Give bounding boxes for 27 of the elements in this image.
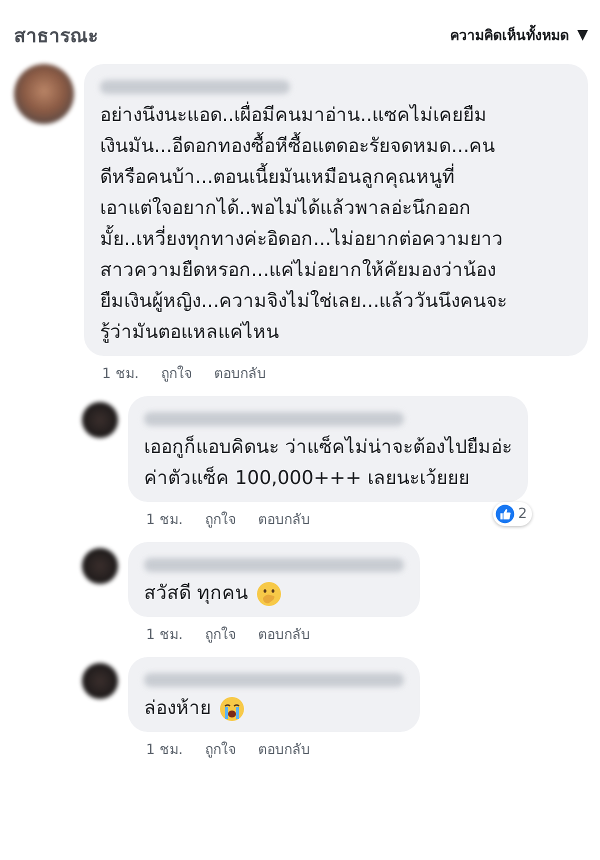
like-link[interactable]: ถูกใจ: [160, 362, 192, 384]
reaction-count: 2: [518, 506, 528, 522]
comment-filter-dropdown[interactable]: ความคิดเห็นทั้งหมด ▼: [450, 24, 588, 46]
avatar[interactable]: [82, 402, 118, 438]
comment-text: เออกูก็แอบคิดนะ ว่าแซ็คไม่น่าจะต้องไปยืมอ่ะ ค่าตัวแซ็ค 100,000+++ เลยนะเว้ยยย: [144, 434, 512, 491]
comment-text: ล่องห้าย: [144, 696, 211, 721]
comment-text: สวัสดี ทุกคน: [144, 581, 248, 606]
avatar[interactable]: [82, 663, 118, 699]
avatar[interactable]: [14, 64, 74, 124]
reply-link[interactable]: ตอบกลับ: [258, 508, 310, 530]
like-link[interactable]: ถูกใจ: [204, 508, 236, 530]
crying-face-icon: [219, 696, 245, 722]
comment-time: 1 ชม.: [146, 741, 183, 760]
thumbs-up-icon: [495, 504, 516, 524]
like-link[interactable]: ถูกใจ: [204, 738, 236, 760]
section-title: สาธารณะ: [14, 24, 98, 49]
reply-link[interactable]: ตอบกลับ: [214, 362, 266, 384]
comment-time: 1 ชม.: [146, 626, 183, 645]
avatar[interactable]: [82, 548, 118, 584]
like-link[interactable]: ถูกใจ: [204, 623, 236, 645]
reaction-badge[interactable]: 2: [493, 502, 532, 526]
comment-time: 1 ชม.: [146, 511, 183, 530]
reply-link[interactable]: ตอบกลับ: [258, 623, 310, 645]
comment-text: อย่างนึงนะแอด..เผื่อมีคนมาอ่าน..แซคไม่เคยยืม เงินมัน...อีดอกทองซื้อหีซื้อแตดอะรัยจดหมด...คน ดีหรือคนบ้า...ตอนเนี้ยมันเหมือนลูกคุณหนูที่ เอาแต่ใจอยากได้..พอไม่ได้แล้วพาลอ่ะนึกออก มั้ย..เหวี่ยงทุกทางค่ะอิดอก...ไม่อยากต่อความยาว สาวความยืดหรอก...แค่ไม่อยากให้คัยมองว่าน้อง ยืมเงินผู้หญิง...ความจิงไม่ใช่เลย...แล้ววันนึงคนจะ รู้ว่ามันตอแหลแค่ไหน: [100, 100, 508, 348]
comment-time: 1 ชม.: [102, 365, 139, 384]
reply-link[interactable]: ตอบกลับ: [258, 738, 310, 760]
caret-icon: ▼: [577, 27, 588, 43]
